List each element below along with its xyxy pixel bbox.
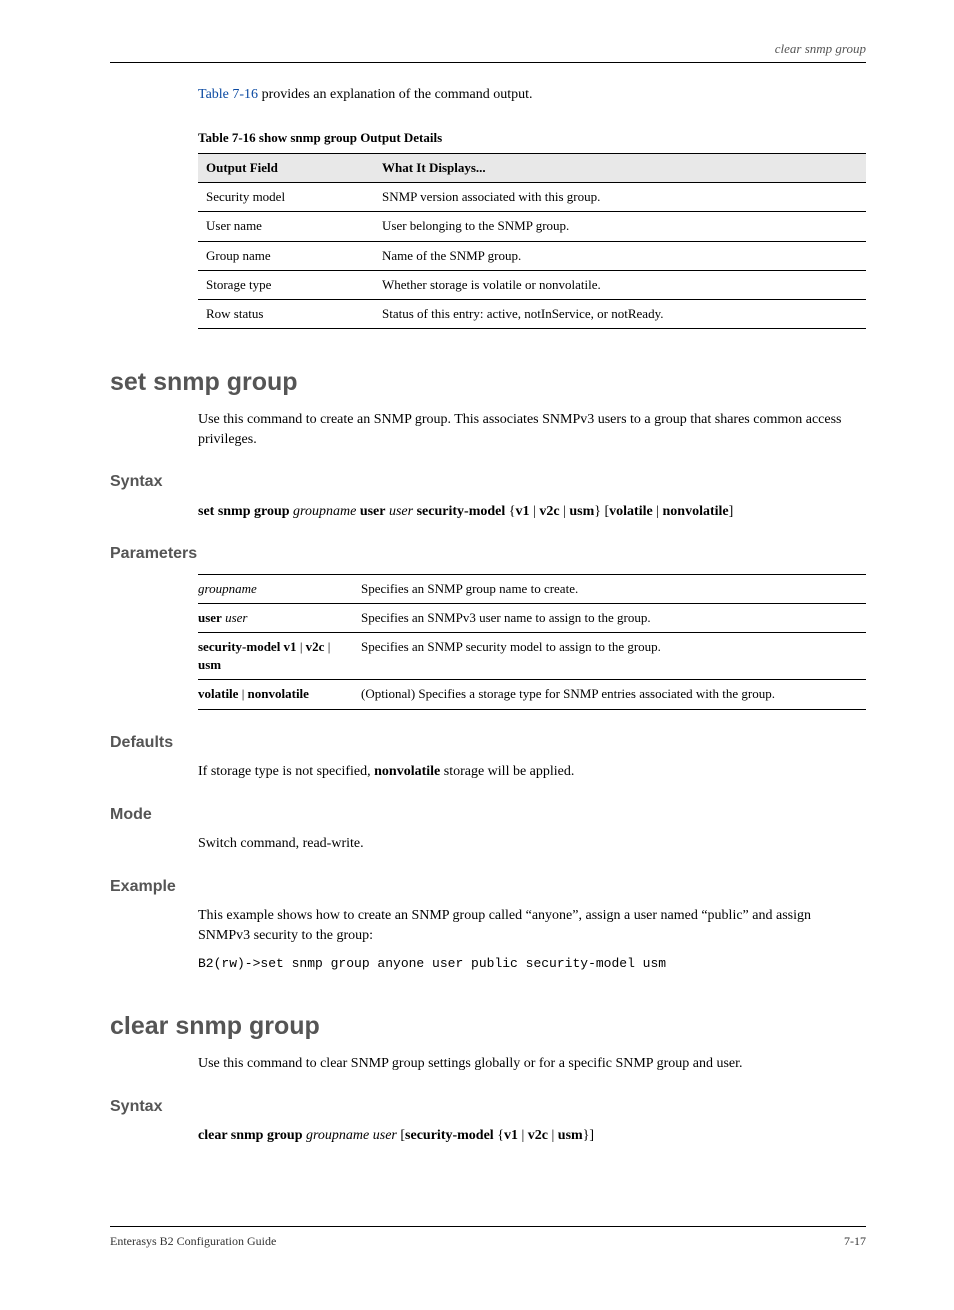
cmd1-syntax: set snmp group groupname user user secur… [198,502,866,522]
command-heading-set-snmp-group: set snmp group [110,365,866,400]
table-row: security-model v1 | v2c | usmSpecifies a… [198,633,866,680]
output-field: Row status [198,299,374,328]
output-field: Group name [198,241,374,270]
table-ref-link[interactable]: Table 7-16 [198,87,258,102]
command-heading-clear-snmp-group: clear snmp group [110,1009,866,1044]
intro-rest: provides an explanation of the command o… [258,87,533,102]
param-desc: (Optional) Specifies a storage type for … [361,680,866,709]
content-body: Table 7-16 provides an explanation of th… [198,85,866,329]
cmd1-mode: Switch command, read-write. [198,834,866,854]
table-row: Storage typeWhether storage is volatile … [198,270,866,299]
param-name: groupname [198,574,361,603]
cmd1-description: Use this command to create an SNMP group… [198,410,866,449]
table-row: Group nameName of the SNMP group. [198,241,866,270]
cmd1-example-text: This example shows how to create an SNMP… [198,906,866,945]
cmd1-example-code: B2(rw)->set snmp group anyone user publi… [198,955,866,973]
cmd2-syntax-label: Syntax [110,1096,866,1118]
syntax-label: Syntax [110,471,866,493]
parameters-label: Parameters [110,543,866,565]
table-row: groupnameSpecifies an SNMP group name to… [198,574,866,603]
cmd1-defaults: If storage type is not specified, nonvol… [198,762,866,782]
table-row: Row statusStatus of this entry: active, … [198,299,866,328]
cmd2-syntax: clear snmp group groupname user [securit… [198,1126,866,1146]
output-field: User name [198,212,374,241]
example-label: Example [110,876,866,898]
output-desc: SNMP version associated with this group. [374,183,866,212]
footer-right: 7-17 [844,1233,866,1250]
table-row: user userSpecifies an SNMPv3 user name t… [198,603,866,632]
output-table-title: Table 7-16 show snmp group Output Detail… [198,129,866,147]
param-desc: Specifies an SNMPv3 user name to assign … [361,603,866,632]
output-desc: Whether storage is volatile or nonvolati… [374,270,866,299]
param-name: security-model v1 | v2c | usm [198,633,361,680]
table-row: Security modelSNMP version associated wi… [198,183,866,212]
page-footer: Enterasys B2 Configuration Guide 7-17 [110,1226,866,1250]
output-head-0: Output Field [198,153,374,182]
table-row: volatile | nonvolatile(Optional) Specifi… [198,680,866,709]
parameters-table: groupnameSpecifies an SNMP group name to… [198,574,866,710]
output-head-1: What It Displays... [374,153,866,182]
table-header-row: Output Field What It Displays... [198,153,866,182]
output-desc: User belonging to the SNMP group. [374,212,866,241]
cmd2-description: Use this command to clear SNMP group set… [198,1054,866,1074]
intro-paragraph: Table 7-16 provides an explanation of th… [198,85,866,105]
page: clear snmp group Table 7-16 provides an … [0,0,954,1310]
param-name: volatile | nonvolatile [198,680,361,709]
output-field: Storage type [198,270,374,299]
page-header-right: clear snmp group [110,40,866,62]
table-row: User nameUser belonging to the SNMP grou… [198,212,866,241]
output-desc: Status of this entry: active, notInServi… [374,299,866,328]
output-field: Security model [198,183,374,212]
mode-label: Mode [110,804,866,826]
header-rule [110,62,866,63]
param-name: user user [198,603,361,632]
footer-left: Enterasys B2 Configuration Guide [110,1233,276,1250]
param-desc: Specifies an SNMP group name to create. [361,574,866,603]
param-desc: Specifies an SNMP security model to assi… [361,633,866,680]
output-table: Output Field What It Displays... Securit… [198,153,866,329]
output-desc: Name of the SNMP group. [374,241,866,270]
defaults-label: Defaults [110,732,866,754]
